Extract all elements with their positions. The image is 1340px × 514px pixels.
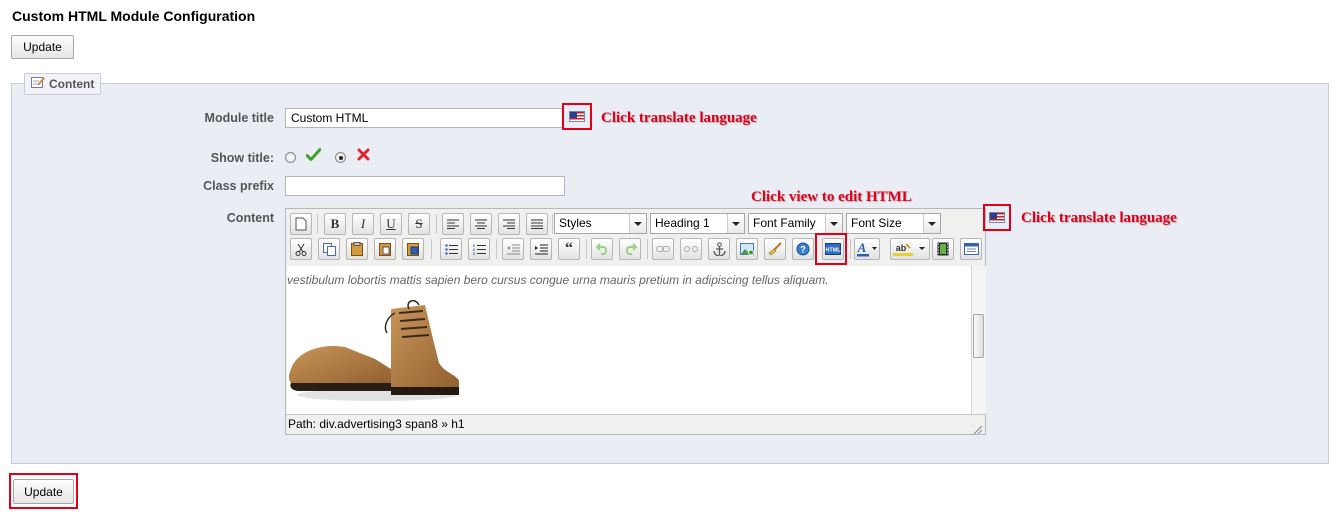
italic-icon[interactable]: I <box>352 213 374 235</box>
content-legend: Content <box>24 73 102 95</box>
editor-path-bar: Path: div.advertising3 span8 » h1 <box>286 414 985 435</box>
template-icon[interactable] <box>960 238 982 260</box>
translate-annotation-2: Click translate language <box>1021 210 1177 226</box>
show-title-yes-radio[interactable] <box>285 152 296 163</box>
editor-scrollbar[interactable] <box>971 266 986 414</box>
content-label: Content <box>226 211 274 225</box>
bullet-list-icon[interactable] <box>440 238 462 260</box>
paste-icon[interactable] <box>346 238 368 260</box>
boot-image <box>287 299 462 407</box>
cleanup-icon[interactable] <box>764 238 786 260</box>
show-title-no-radio[interactable] <box>335 152 346 163</box>
cut-icon[interactable] <box>290 238 312 260</box>
align-right-icon[interactable] <box>498 213 520 235</box>
check-icon <box>305 148 322 165</box>
translate-annotation-1: Click translate language <box>601 110 757 126</box>
update-button-bottom[interactable]: Update <box>13 479 74 504</box>
indent-icon[interactable] <box>530 238 552 260</box>
align-left-icon[interactable] <box>442 213 464 235</box>
underline-icon[interactable]: U <box>380 213 402 235</box>
editor-content-area[interactable]: vestibulum lobortis mattis sapien bero c… <box>287 266 971 414</box>
text-color-icon[interactable]: A <box>854 238 880 260</box>
translate-flag-icon-content[interactable] <box>989 212 1005 223</box>
paste-word-icon[interactable] <box>402 238 424 260</box>
module-title-label: Module title <box>204 111 274 125</box>
scrollbar-thumb[interactable] <box>973 314 984 358</box>
font-family-select[interactable]: Font Family <box>748 213 843 234</box>
editor-body-text: vestibulum lobortis mattis sapien bero c… <box>287 273 829 287</box>
align-justify-icon[interactable] <box>526 213 548 235</box>
svg-text:ab: ab <box>896 243 907 253</box>
resize-handle-icon[interactable] <box>973 422 983 440</box>
update-button-top[interactable]: Update <box>11 35 74 59</box>
show-title-label: Show title: <box>210 151 274 165</box>
cross-icon <box>357 148 370 164</box>
undo-icon[interactable] <box>591 238 613 260</box>
new-document-icon[interactable] <box>290 213 312 235</box>
blockquote-icon[interactable]: “ <box>558 238 580 260</box>
edit-note-icon <box>31 74 45 94</box>
media-icon[interactable] <box>932 238 954 260</box>
anchor-icon[interactable] <box>708 238 730 260</box>
align-center-icon[interactable] <box>470 213 492 235</box>
link-icon[interactable] <box>652 238 674 260</box>
svg-text:A: A <box>857 241 867 255</box>
legend-label: Content <box>49 77 95 91</box>
svg-text:?: ? <box>800 245 806 255</box>
format-select[interactable]: Heading 1 <box>650 213 745 234</box>
class-prefix-label: Class prefix <box>203 179 274 193</box>
background-color-icon[interactable]: ab <box>890 238 930 260</box>
paste-text-icon[interactable] <box>374 238 396 260</box>
html-button-highlight <box>815 233 847 265</box>
rich-text-editor: B I U S Styles Heading 1 Font Family Fon… <box>285 208 986 435</box>
module-title-input[interactable] <box>285 108 563 128</box>
unlink-icon[interactable] <box>680 238 702 260</box>
help-icon[interactable]: ? <box>792 238 814 260</box>
copy-icon[interactable] <box>318 238 340 260</box>
styles-select[interactable]: Styles <box>554 213 647 234</box>
page-title: Custom HTML Module Configuration <box>12 8 256 24</box>
outdent-icon[interactable] <box>502 238 524 260</box>
editor-path-text: Path: div.advertising3 span8 » h1 <box>288 417 465 431</box>
redo-icon[interactable] <box>619 238 641 260</box>
numbered-list-icon[interactable] <box>468 238 490 260</box>
class-prefix-input[interactable] <box>285 176 565 196</box>
translate-flag-icon[interactable] <box>569 111 585 122</box>
html-annotation: Click view to edit HTML <box>751 189 912 205</box>
bold-icon[interactable]: B <box>324 213 346 235</box>
strikethrough-icon[interactable]: S <box>408 213 430 235</box>
font-size-select[interactable]: Font Size <box>846 213 941 234</box>
image-icon[interactable] <box>736 238 758 260</box>
